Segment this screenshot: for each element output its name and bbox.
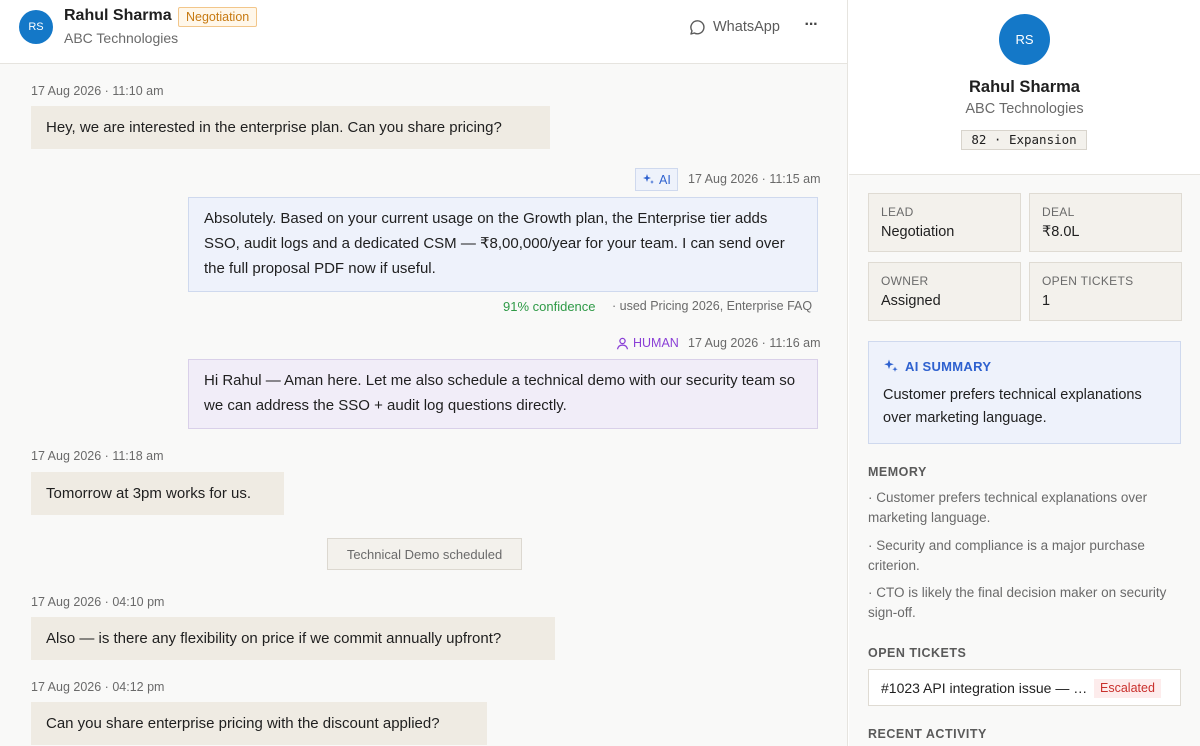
message-bubble-customer: Can you share enterprise pricing with th…: [31, 702, 487, 745]
stat-card-lead: LEAD Negotiation: [868, 193, 1021, 252]
memory-heading: MEMORY: [868, 465, 927, 479]
person-icon: [616, 337, 629, 349]
contact-company: ABC Technologies: [64, 30, 179, 46]
channel-button[interactable]: WhatsApp: [689, 18, 780, 36]
stat-card-open-tickets: OPEN TICKETS 1: [1029, 262, 1182, 321]
message-bubble-human: Hi Rahul — Aman here. Let me also schedu…: [188, 359, 818, 429]
stat-label: DEAL: [1042, 205, 1075, 219]
ticket-row[interactable]: #1023 API integration issue — timeout on…: [868, 669, 1181, 706]
stat-label: LEAD: [881, 205, 914, 219]
score-badge: 82 · Expansion: [961, 130, 1087, 150]
ai-tag: AI: [635, 168, 678, 191]
memory-item: · Security and compliance is a major pur…: [868, 538, 1145, 573]
memory-item: · CTO is likely the final decision maker…: [868, 585, 1167, 620]
conversation-header: RS Rahul Sharma Negotiation ABC Technolo…: [0, 0, 847, 64]
stat-card-deal: DEAL ₹8.0L: [1029, 193, 1182, 252]
message-bubble-customer: Tomorrow at 3pm works for us.: [31, 472, 284, 515]
stat-value: Assigned: [881, 293, 941, 309]
ai-summary-text: Customer prefers technical explanations …: [883, 387, 1142, 426]
ai-tag-label: AI: [659, 172, 671, 187]
avatar[interactable]: RS: [19, 10, 53, 44]
open-tickets-heading: OPEN TICKETS: [868, 646, 967, 660]
message-bubble-customer: Also — is there any flexibility on price…: [31, 617, 555, 660]
message-bubble-customer: Hey, we are interested in the enterprise…: [31, 106, 550, 149]
ai-summary-label: AI SUMMARY: [905, 358, 992, 374]
contact-name[interactable]: Rahul Sharma: [64, 7, 172, 25]
stat-value: Negotiation: [881, 224, 955, 240]
profile-name: Rahul Sharma: [969, 78, 1080, 96]
profile-company: ABC Technologies: [965, 101, 1084, 117]
message-timestamp: 17 Aug 2026 · 04:12 pm: [31, 680, 165, 694]
avatar: RS: [999, 14, 1050, 65]
human-tag: HUMAN: [616, 336, 679, 350]
recent-activity-heading: RECENT ACTIVITY: [868, 727, 987, 741]
stat-value: ₹8.0L: [1042, 224, 1080, 240]
stage-badge: Negotiation: [178, 7, 258, 27]
message-timestamp: 17 Aug 2026 · 11:10 am: [31, 84, 164, 98]
ticket-title: #1023 API integration issue — timeout on…: [881, 680, 1091, 696]
message-timestamp: 17 Aug 2026 · 04:10 pm: [31, 595, 165, 609]
memory-item: · Customer prefers technical explanation…: [868, 490, 1148, 525]
stat-card-owner: OWNER Assigned: [868, 262, 1021, 321]
stat-label: OWNER: [881, 274, 929, 288]
more-options-button[interactable]: ···: [802, 16, 820, 36]
human-tag-label: HUMAN: [633, 336, 679, 350]
sources-label[interactable]: · used Pricing 2026, Enterprise FAQ: [612, 299, 812, 313]
profile-card: RS Rahul Sharma ABC Technologies 82 · Ex…: [849, 0, 1200, 175]
message-bubble-ai: Absolutely. Based on your current usage …: [188, 197, 818, 292]
message-timestamp: 17 Aug 2026 · 11:15 am: [688, 172, 821, 186]
sparkle-icon: [884, 359, 898, 372]
channel-label: WhatsApp: [713, 19, 780, 35]
event-marker: Technical Demo scheduled: [327, 538, 522, 570]
ai-summary-card: AI SUMMARY Customer prefers technical ex…: [868, 341, 1181, 444]
contact-panel: RS Rahul Sharma ABC Technologies 82 · Ex…: [849, 0, 1200, 746]
confidence-label: 91% confidence: [503, 299, 596, 314]
stat-value: 1: [1042, 293, 1051, 309]
chat-bubble-icon: [690, 19, 705, 35]
ai-summary-title: AI SUMMARY: [883, 358, 991, 374]
message-timestamp: 17 Aug 2026 · 11:16 am: [688, 336, 821, 350]
message-timestamp: 17 Aug 2026 · 11:18 am: [31, 449, 164, 463]
sparkle-icon: [643, 174, 654, 184]
status-badge: Escalated: [1094, 679, 1161, 698]
conversation-panel: RS Rahul Sharma Negotiation ABC Technolo…: [0, 0, 848, 746]
stat-label: OPEN TICKETS: [1042, 274, 1134, 288]
